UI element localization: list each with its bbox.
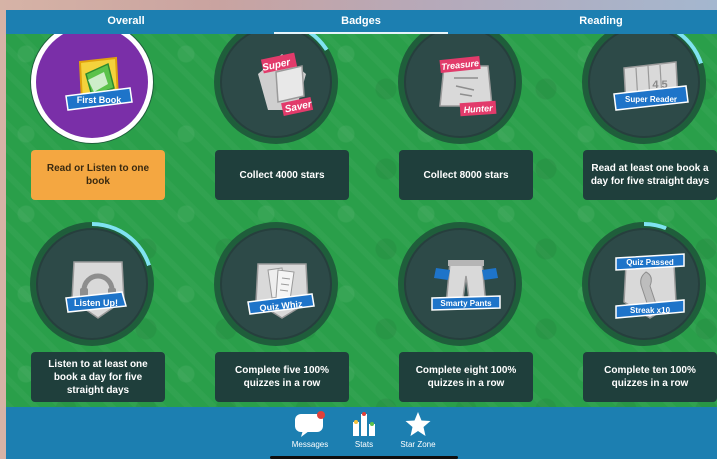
book-emblem-icon: First Book xyxy=(65,56,133,111)
badge-ring: First Book xyxy=(30,34,154,144)
nav-label: Messages xyxy=(291,440,329,449)
tab-overall[interactable]: Overall xyxy=(91,10,161,34)
badge-description: Complete ten 100% quizzes in a row xyxy=(583,352,717,402)
badge-description: Complete eight 100% quizzes in a row xyxy=(399,352,533,402)
messages-icon xyxy=(295,411,325,437)
svg-text:Super Reader: Super Reader xyxy=(625,95,677,104)
calendar-emblem-icon: 4 5 Super Reader xyxy=(613,61,689,111)
badge-circle: Smarty Pants xyxy=(404,228,516,340)
torch-hand-emblem-icon: Quiz Passed Streak x10 xyxy=(615,253,685,319)
badge-circle: Quiz Whiz xyxy=(220,228,332,340)
badge-description: Read or Listen to one book xyxy=(31,150,165,200)
badge-circle: First Book xyxy=(36,34,148,138)
nav-stats[interactable]: Stats xyxy=(334,410,394,454)
nav-label: Star Zone xyxy=(400,440,436,449)
badge-circle: Quiz Passed Streak x10 xyxy=(588,228,700,340)
nav-star-zone[interactable]: Star Zone xyxy=(388,410,448,454)
badge-description: Read at least one book a day for five st… xyxy=(583,150,717,200)
badge-description: Listen to at least one book a day for fi… xyxy=(31,352,165,402)
badge-circle: Super Saver xyxy=(220,34,332,138)
nav-messages[interactable]: Messages xyxy=(280,410,340,454)
top-tab-bar: Overall Badges Reading xyxy=(6,10,717,34)
badge-ribbon-text: First Book xyxy=(77,95,122,105)
notification-dot xyxy=(317,411,325,419)
svg-text:Hunter: Hunter xyxy=(463,103,493,115)
svg-text:Listen Up!: Listen Up! xyxy=(74,298,118,308)
quiz-papers-emblem-icon: Quiz Whiz xyxy=(247,263,315,319)
tab-badges[interactable]: Badges xyxy=(274,10,448,34)
badge-description: Collect 8000 stars xyxy=(399,150,533,200)
bottom-tab-bar: Messages Stats Star Zone xyxy=(6,407,717,459)
badge-description: Complete five 100% quizzes in a row xyxy=(215,352,349,402)
tab-reading[interactable]: Reading xyxy=(566,10,636,34)
headphones-emblem-icon: Listen Up! xyxy=(65,261,127,319)
pants-emblem-icon: Smarty Pants xyxy=(431,260,501,311)
star-icon xyxy=(405,412,431,436)
badge-grid: First Book Read or Listen to one book Su… xyxy=(6,34,717,407)
stats-icon xyxy=(353,412,375,436)
nav-label: Stats xyxy=(354,440,374,449)
treasure-map-emblem-icon: Treasure Hunter xyxy=(439,55,497,117)
svg-text:Smarty Pants: Smarty Pants xyxy=(440,299,492,308)
svg-text:Streak x10: Streak x10 xyxy=(630,306,671,315)
piggy-bank-emblem-icon: Super Saver xyxy=(258,52,314,116)
badge-circle: 4 5 Super Reader xyxy=(588,34,700,138)
badge-circle: Listen Up! xyxy=(36,228,148,340)
svg-text:Quiz Passed: Quiz Passed xyxy=(626,258,674,267)
badge-circle: Treasure Hunter xyxy=(404,34,516,138)
badge-description: Collect 4000 stars xyxy=(215,150,349,200)
